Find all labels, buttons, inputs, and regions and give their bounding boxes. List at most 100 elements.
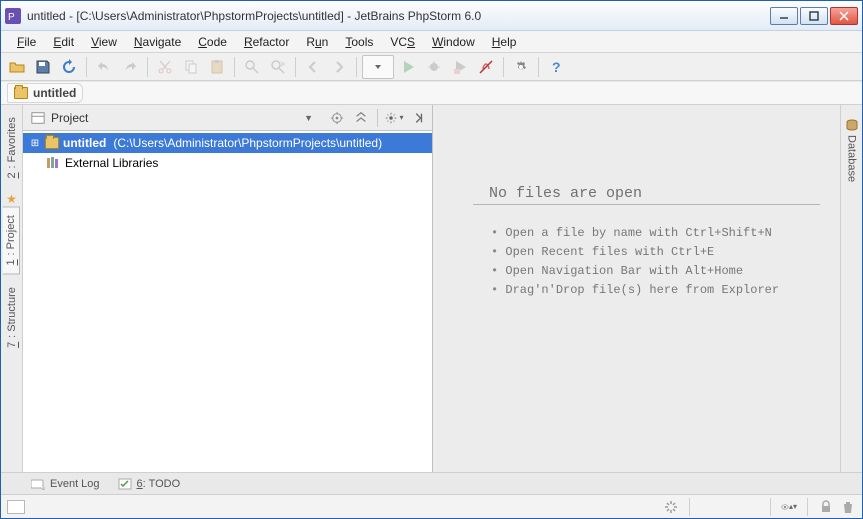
paste-icon[interactable] xyxy=(205,55,229,79)
replace-icon[interactable] xyxy=(266,55,290,79)
todo-label: 6: TODO xyxy=(137,478,181,490)
editor-hints: Open a file by name with Ctrl+Shift+N Op… xyxy=(491,221,779,302)
project-panel-title: Project xyxy=(51,111,88,125)
toolbar-separator xyxy=(503,57,504,77)
toolbar-separator xyxy=(356,57,357,77)
cut-icon[interactable] xyxy=(153,55,177,79)
menubar: File Edit View Navigate Code Refactor Ru… xyxy=(1,31,862,53)
collapse-all-icon[interactable] xyxy=(351,108,371,128)
bottom-toolwindow-bar: Event Log 6: TODO xyxy=(1,472,862,494)
open-file-icon[interactable] xyxy=(5,55,29,79)
project-root-name: untitled xyxy=(63,136,106,150)
hint-recent-files: Open Recent files with Ctrl+E xyxy=(491,245,779,259)
menu-code[interactable]: Code xyxy=(190,33,235,51)
libraries-icon xyxy=(47,157,61,169)
menu-run[interactable]: Run xyxy=(298,33,336,51)
svg-text:?: ? xyxy=(552,59,561,75)
copy-icon[interactable] xyxy=(179,55,203,79)
run-tests-icon[interactable] xyxy=(448,55,472,79)
toolbar-separator xyxy=(147,57,148,77)
hide-panel-icon[interactable] xyxy=(408,108,428,128)
toolwindow-tab-structure[interactable]: 7: Structure xyxy=(4,279,20,356)
no-files-open-title: No files are open xyxy=(473,185,820,205)
ide-window: P untitled - [C:\Users\Administrator\Php… xyxy=(0,0,863,519)
menu-edit[interactable]: Edit xyxy=(45,33,82,51)
memory-indicator-icon[interactable] xyxy=(700,499,760,515)
undo-icon[interactable] xyxy=(92,55,116,79)
folder-icon xyxy=(45,137,59,149)
toolbar-separator xyxy=(86,57,87,77)
save-all-icon[interactable] xyxy=(31,55,55,79)
sync-icon[interactable] xyxy=(57,55,81,79)
window-title: untitled - [C:\Users\Administrator\Phpst… xyxy=(27,9,770,23)
hint-drag-drop: Drag'n'Drop file(s) here from Explorer xyxy=(491,283,779,297)
navigation-bar: untitled xyxy=(1,81,862,105)
phpstorm-app-icon: P xyxy=(5,8,21,24)
toolbar-separator xyxy=(234,57,235,77)
menu-view[interactable]: View xyxy=(83,33,125,51)
status-separator xyxy=(770,498,771,516)
stop-listening-icon[interactable] xyxy=(474,55,498,79)
breadcrumb-root[interactable]: untitled xyxy=(7,83,83,103)
toolbar-separator xyxy=(538,57,539,77)
project-root-path: (C:\Users\Administrator\PhpstormProjects… xyxy=(113,136,382,150)
maximize-button[interactable] xyxy=(800,7,828,25)
status-separator xyxy=(807,498,808,516)
menu-vcs[interactable]: VCS xyxy=(382,33,423,51)
main-toolbar: ? xyxy=(1,53,862,81)
menu-file[interactable]: File xyxy=(9,33,44,51)
project-root-node[interactable]: ⊞ untitled (C:\Users\Administrator\Phpst… xyxy=(23,133,432,153)
toolwindow-tab-database[interactable]: Database xyxy=(844,111,860,190)
menu-window[interactable]: Window xyxy=(424,33,483,51)
toolwindow-quick-access-icon[interactable] xyxy=(7,500,25,514)
star-icon: ★ xyxy=(6,192,17,206)
inspection-eye-icon[interactable]: ▴▾ xyxy=(781,499,797,515)
header-separator xyxy=(377,109,378,127)
trash-icon[interactable] xyxy=(840,499,856,515)
external-libraries-node[interactable]: External Libraries xyxy=(23,153,432,173)
project-view-selector[interactable]: Project ▼ xyxy=(27,109,323,127)
status-bar: ▴▾ xyxy=(1,494,862,518)
close-button[interactable] xyxy=(830,7,858,25)
main-body: 2: Favorites ★ 1: Project 7: Structure P… xyxy=(1,105,862,472)
panel-settings-icon[interactable]: ▾ xyxy=(384,108,404,128)
editor-area[interactable]: No files are open Open a file by name wi… xyxy=(433,105,840,472)
external-libraries-label: External Libraries xyxy=(65,156,158,170)
dropdown-triangle-icon: ▼ xyxy=(304,113,313,123)
find-icon[interactable] xyxy=(240,55,264,79)
project-tree[interactable]: ⊞ untitled (C:\Users\Administrator\Phpst… xyxy=(23,131,432,472)
toolwindow-tab-favorites[interactable]: 2: Favorites xyxy=(4,109,20,186)
toolwindow-tab-event-log[interactable]: Event Log xyxy=(31,478,100,490)
menu-navigate[interactable]: Navigate xyxy=(126,33,189,51)
lock-icon[interactable] xyxy=(818,499,834,515)
run-icon[interactable] xyxy=(396,55,420,79)
event-log-label: Event Log xyxy=(50,478,100,490)
debug-icon[interactable] xyxy=(422,55,446,79)
hint-open-by-name: Open a file by name with Ctrl+Shift+N xyxy=(491,226,779,240)
menu-tools[interactable]: Tools xyxy=(337,33,381,51)
status-separator xyxy=(689,498,690,516)
project-panel-header: Project ▼ ▾ xyxy=(23,105,432,131)
menu-help[interactable]: Help xyxy=(484,33,525,51)
left-tool-gutter: 2: Favorites ★ 1: Project 7: Structure xyxy=(1,105,23,472)
background-tasks-icon[interactable] xyxy=(663,499,679,515)
toolwindow-tab-todo[interactable]: 6: TODO xyxy=(118,478,181,490)
run-config-dropdown[interactable] xyxy=(362,55,394,79)
breadcrumb-root-label: untitled xyxy=(33,86,76,100)
toolwindow-tab-project[interactable]: 1: Project xyxy=(3,206,20,274)
scroll-to-source-icon[interactable] xyxy=(327,108,347,128)
forward-icon[interactable] xyxy=(327,55,351,79)
minimize-button[interactable] xyxy=(770,7,798,25)
hint-nav-bar: Open Navigation Bar with Alt+Home xyxy=(491,264,779,278)
titlebar: P untitled - [C:\Users\Administrator\Php… xyxy=(1,1,862,31)
help-icon[interactable]: ? xyxy=(544,55,568,79)
expand-toggle-icon[interactable]: ⊞ xyxy=(29,138,41,149)
redo-icon[interactable] xyxy=(118,55,142,79)
menu-refactor[interactable]: Refactor xyxy=(236,33,297,51)
database-tab-label: Database xyxy=(846,135,858,182)
settings-icon[interactable] xyxy=(509,55,533,79)
back-icon[interactable] xyxy=(301,55,325,79)
svg-text:P: P xyxy=(8,12,15,23)
right-tool-gutter: Database xyxy=(840,105,862,472)
toolbar-separator xyxy=(295,57,296,77)
